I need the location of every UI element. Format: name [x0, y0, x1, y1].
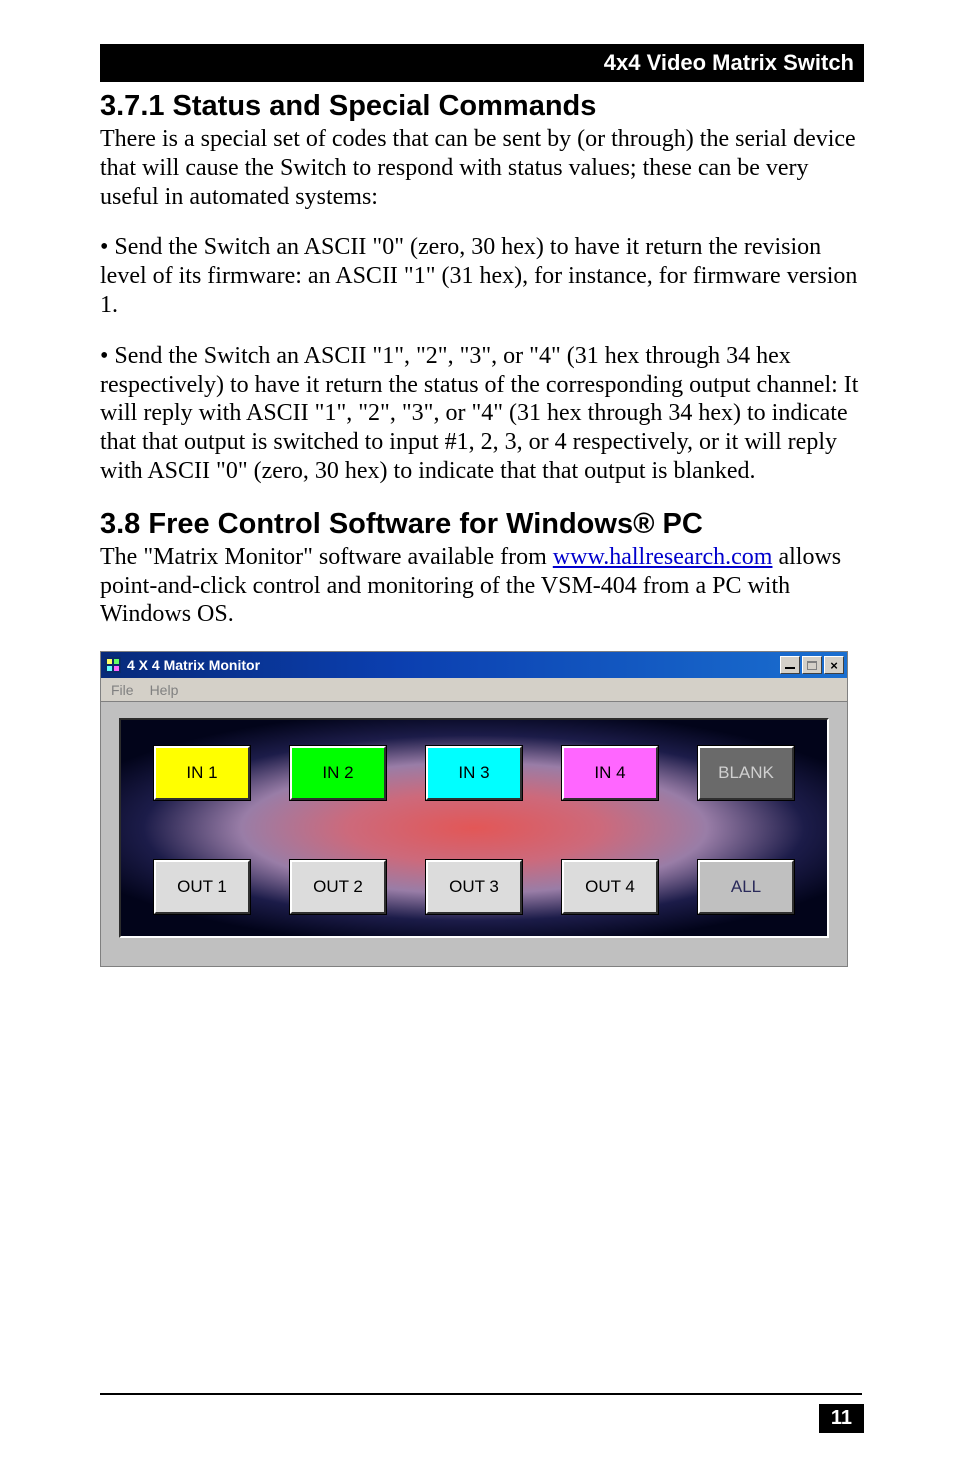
window-client-area: IN 1 IN 2 IN 3 IN 4 BLANK OUT 1 OUT 2 OU… — [101, 702, 847, 966]
menu-help[interactable]: Help — [150, 682, 179, 698]
output-3-label: OUT 3 — [449, 877, 499, 897]
section-heading-status: 3.7.1 Status and Special Commands — [100, 90, 864, 123]
menu-file[interactable]: File — [111, 682, 134, 698]
input-2-button[interactable]: IN 2 — [290, 746, 386, 800]
app-icon — [105, 657, 121, 673]
page-number: 11 — [819, 1404, 864, 1433]
status-intro-paragraph: There is a special set of codes that can… — [100, 125, 864, 211]
status-bullet-1: • Send the Switch an ASCII "0" (zero, 30… — [100, 233, 864, 319]
minimize-button[interactable] — [780, 656, 800, 674]
output-4-button[interactable]: OUT 4 — [562, 860, 658, 914]
blank-label: BLANK — [718, 763, 774, 783]
software-paragraph-a: The "Matrix Monitor" software available … — [100, 544, 553, 570]
input-1-button[interactable]: IN 1 — [154, 746, 250, 800]
status-bullet-2: • Send the Switch an ASCII "1", "2", "3"… — [100, 342, 864, 486]
input-3-label: IN 3 — [458, 763, 489, 783]
input-1-label: IN 1 — [186, 763, 217, 783]
matrix-monitor-window: 4 X 4 Matrix Monitor × File Help IN 1 IN… — [100, 651, 848, 967]
output-3-button[interactable]: OUT 3 — [426, 860, 522, 914]
restore-button[interactable] — [802, 656, 822, 674]
input-4-button[interactable]: IN 4 — [562, 746, 658, 800]
menu-bar: File Help — [101, 678, 847, 702]
output-1-label: OUT 1 — [177, 877, 227, 897]
input-2-label: IN 2 — [322, 763, 353, 783]
section-heading-software: 3.8 Free Control Software for Windows® P… — [100, 508, 864, 541]
close-icon: × — [830, 659, 838, 672]
input-4-label: IN 4 — [594, 763, 625, 783]
window-titlebar[interactable]: 4 X 4 Matrix Monitor × — [101, 652, 847, 678]
output-2-button[interactable]: OUT 2 — [290, 860, 386, 914]
minimize-icon — [785, 667, 795, 669]
header-bar: 4x4 Video Matrix Switch — [100, 44, 864, 82]
window-title: 4 X 4 Matrix Monitor — [127, 657, 260, 673]
matrix-panel: IN 1 IN 2 IN 3 IN 4 BLANK OUT 1 OUT 2 OU… — [119, 718, 829, 938]
output-1-button[interactable]: OUT 1 — [154, 860, 250, 914]
all-label: ALL — [731, 877, 761, 897]
restore-icon — [807, 661, 817, 670]
close-button[interactable]: × — [824, 656, 844, 674]
header-title: 4x4 Video Matrix Switch — [604, 50, 854, 75]
blank-button[interactable]: BLANK — [698, 746, 794, 800]
output-2-label: OUT 2 — [313, 877, 363, 897]
output-4-label: OUT 4 — [585, 877, 635, 897]
hallresearch-link[interactable]: www.hallresearch.com — [553, 544, 773, 570]
all-button[interactable]: ALL — [698, 860, 794, 914]
footer-rule — [100, 1393, 862, 1395]
input-3-button[interactable]: IN 3 — [426, 746, 522, 800]
